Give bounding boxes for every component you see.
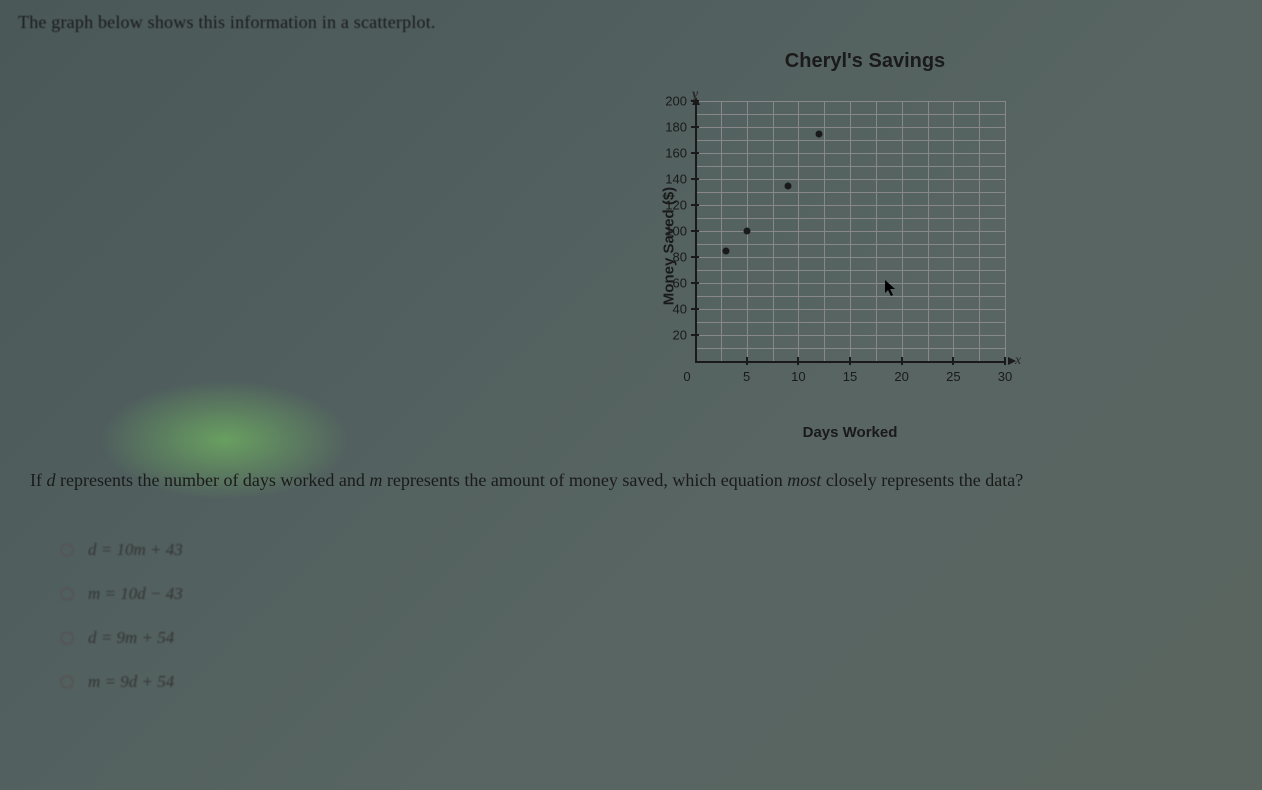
- option-a[interactable]: d = 10m + 43: [60, 540, 183, 560]
- radio-icon: [60, 631, 74, 645]
- y-tick-mark: [691, 126, 699, 128]
- grid-line: [953, 101, 954, 361]
- option-d[interactable]: m = 9d + 54: [60, 672, 183, 692]
- radio-icon: [60, 675, 74, 689]
- grid-line: [798, 101, 799, 361]
- grid-line: [979, 101, 980, 361]
- question-mid2: represents the amount of money saved, wh…: [382, 470, 787, 490]
- x-tick-mark: [952, 357, 954, 365]
- y-tick-mark: [691, 256, 699, 258]
- y-tick-label: 180: [665, 120, 687, 135]
- x-tick-mark: [746, 357, 748, 365]
- y-tick-mark: [691, 308, 699, 310]
- question-var-d: d: [47, 470, 56, 490]
- x-axis-label: Days Worked: [773, 424, 898, 441]
- option-label: m = 9d + 54: [88, 672, 174, 692]
- question-suffix: closely represents the data?: [821, 470, 1023, 490]
- y-tick-label: 100: [665, 224, 687, 239]
- y-tick-mark: [691, 204, 699, 206]
- y-tick-label: 160: [665, 146, 687, 161]
- x-tick-label: 20: [894, 369, 908, 384]
- grid-line: [850, 101, 851, 361]
- question-prefix: If: [30, 470, 47, 490]
- option-b[interactable]: m = 10d − 43: [60, 584, 183, 604]
- origin-label: 0: [683, 369, 690, 384]
- x-tick-label: 10: [791, 369, 805, 384]
- x-tick-mark: [797, 357, 799, 365]
- x-tick-mark: [901, 357, 903, 365]
- grid-line: [928, 101, 929, 361]
- y-tick-label: 40: [673, 302, 687, 317]
- x-tick-label: 5: [743, 369, 750, 384]
- y-tick-mark: [691, 282, 699, 284]
- y-tick-mark: [691, 100, 699, 102]
- x-tick-label: 15: [843, 369, 857, 384]
- y-tick-label: 60: [673, 276, 687, 291]
- x-tick-label: 30: [998, 369, 1012, 384]
- option-label: m = 10d − 43: [88, 584, 183, 604]
- radio-icon: [60, 587, 74, 601]
- x-tick-label: 25: [946, 369, 960, 384]
- data-point: [816, 130, 823, 137]
- question-emphasis: most: [787, 470, 821, 490]
- grid-line: [773, 101, 774, 361]
- data-point: [743, 228, 750, 235]
- x-tick-mark: [1004, 357, 1006, 365]
- scatter-chart: Cheryl's Savings Money Saved ($) y 20406…: [620, 50, 1050, 420]
- y-tick-mark: [691, 230, 699, 232]
- y-tick-label: 200: [665, 94, 687, 109]
- question-mid1: represents the number of days worked and: [56, 470, 370, 490]
- chart-area: Money Saved ($) y 2040608010012014016018…: [620, 81, 1050, 411]
- plot-area: 20406080100120140160180200051015202530: [695, 101, 1005, 361]
- grid-line: [902, 101, 903, 361]
- x-axis-variable: x: [1015, 353, 1021, 369]
- y-tick-label: 140: [665, 172, 687, 187]
- question-var-m: m: [369, 470, 382, 490]
- option-label: d = 9m + 54: [88, 628, 174, 648]
- data-point: [785, 182, 792, 189]
- answer-options: d = 10m + 43 m = 10d − 43 d = 9m + 54 m …: [60, 540, 183, 716]
- y-tick-label: 80: [673, 250, 687, 265]
- option-label: d = 10m + 43: [88, 540, 183, 560]
- option-c[interactable]: d = 9m + 54: [60, 628, 183, 648]
- x-tick-mark: [849, 357, 851, 365]
- y-tick-mark: [691, 152, 699, 154]
- grid-line: [721, 101, 722, 361]
- y-tick-mark: [691, 178, 699, 180]
- grid-line: [824, 101, 825, 361]
- grid-line: [1005, 101, 1006, 361]
- chart-title: Cheryl's Savings: [620, 50, 1050, 73]
- grid-line: [876, 101, 877, 361]
- question-text: If d represents the number of days worke…: [30, 470, 1232, 491]
- y-tick-label: 20: [673, 328, 687, 343]
- intro-text: The graph below shows this information i…: [18, 12, 436, 33]
- y-tick-label: 120: [665, 198, 687, 213]
- data-point: [723, 247, 730, 254]
- radio-icon: [60, 543, 74, 557]
- y-tick-mark: [691, 334, 699, 336]
